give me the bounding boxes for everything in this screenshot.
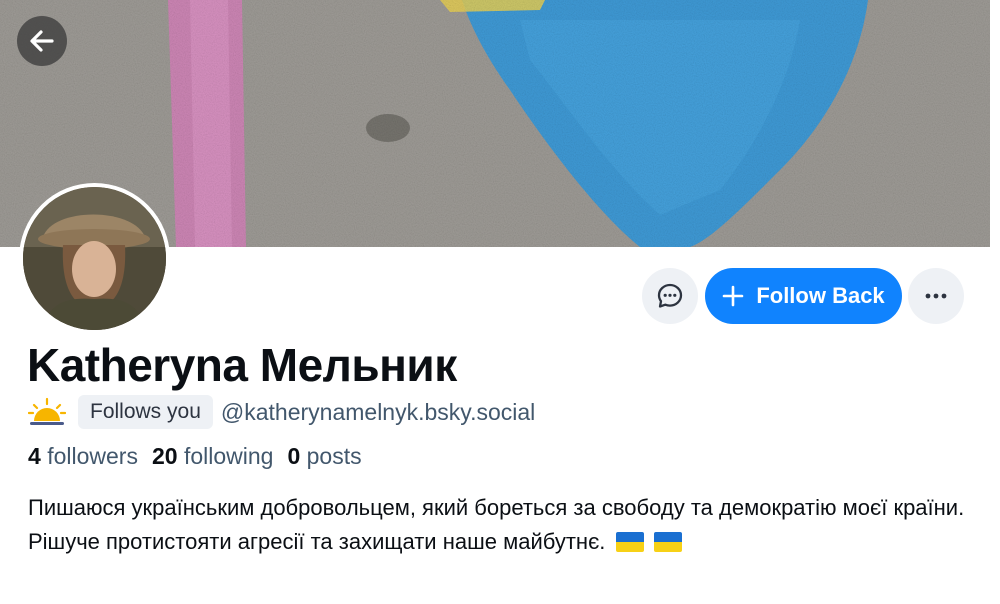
follow-back-button[interactable]: Follow Back <box>705 268 902 324</box>
follow-back-label: Follow Back <box>756 283 885 308</box>
profile-meta-row: Follows you @katherynamelnyk.bsky.social <box>28 394 535 430</box>
followers-count: 4 <box>28 443 41 469</box>
page-edge <box>990 0 1000 604</box>
arrow-left-icon <box>30 30 54 52</box>
plus-icon <box>723 285 744 307</box>
avatar[interactable] <box>19 183 170 334</box>
posts-count-item: 0 posts <box>287 443 361 470</box>
bio-text: Пишаюся українським добровольцем, який б… <box>28 495 965 554</box>
profile-stats: 4 followers 20 following 0 posts <box>28 443 362 470</box>
following-label: following <box>183 443 274 469</box>
posts-label: posts <box>306 443 362 469</box>
following-count: 20 <box>151 443 178 469</box>
back-button[interactable] <box>17 16 67 66</box>
followers-link[interactable]: 4 followers <box>28 443 138 470</box>
sunrise-emoji-icon <box>28 397 66 425</box>
ukraine-flag-icon <box>615 532 644 552</box>
more-options-button[interactable] <box>908 268 964 324</box>
ukraine-flag-icon <box>653 532 682 552</box>
avatar-image <box>23 187 166 330</box>
ellipsis-icon <box>925 293 947 299</box>
posts-count: 0 <box>287 443 301 469</box>
following-link[interactable]: 20 following <box>152 443 273 470</box>
chat-bubble-icon <box>657 283 683 308</box>
followers-label: followers <box>47 443 138 469</box>
profile-bio: Пишаюся українським добровольцем, який б… <box>28 491 968 559</box>
handle[interactable]: @katherynamelnyk.bsky.social <box>221 399 535 426</box>
message-button[interactable] <box>642 268 698 324</box>
follows-you-badge: Follows you <box>78 395 213 429</box>
display-name: Katheryna Мельник <box>27 339 457 391</box>
